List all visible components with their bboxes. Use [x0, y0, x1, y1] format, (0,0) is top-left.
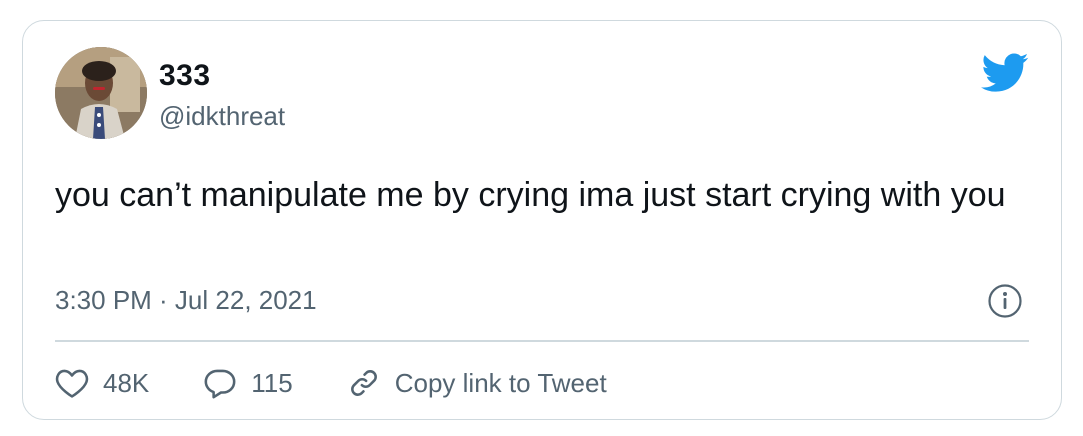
twitter-bird-icon[interactable]	[981, 53, 1029, 93]
like-button[interactable]: 48K	[55, 367, 149, 399]
heart-icon	[55, 369, 89, 398]
tweet-card: 333 @idkthreat you can’t manipulate me b…	[22, 20, 1062, 420]
like-count: 48K	[103, 367, 150, 398]
divider	[55, 340, 1029, 342]
profile-photo	[55, 47, 147, 139]
action-bar: 48K 115 Copy link to Tweet	[55, 361, 661, 405]
reply-icon	[204, 369, 236, 399]
copy-link-button[interactable]: Copy link to Tweet	[347, 366, 607, 400]
copy-link-label: Copy link to Tweet	[394, 367, 607, 398]
info-icon[interactable]	[987, 283, 1023, 319]
avatar[interactable]	[55, 47, 147, 139]
tweet-text: you can’t manipulate me by crying ima ju…	[55, 176, 1006, 214]
reply-button[interactable]: 115	[203, 367, 293, 399]
reply-count: 115	[251, 367, 293, 398]
author-display-name[interactable]: 333	[159, 59, 211, 93]
author-handle[interactable]: @idkthreat	[159, 101, 285, 132]
link-icon	[350, 370, 377, 396]
tweet-timestamp[interactable]: 3:30 PM · Jul 22, 2021	[55, 285, 317, 316]
